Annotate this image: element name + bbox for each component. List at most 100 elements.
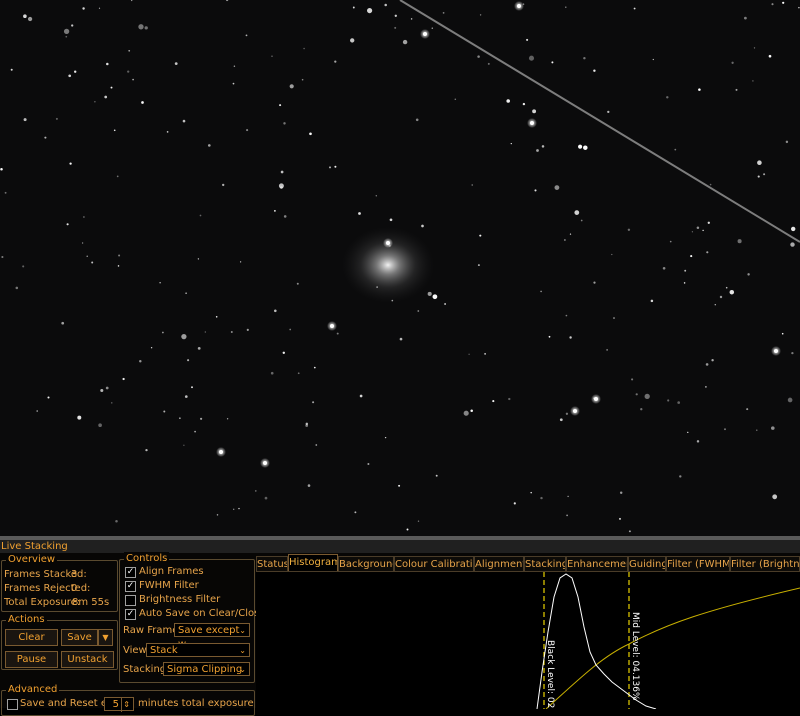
star (315, 444, 318, 446)
star (184, 395, 188, 398)
panel-title: Live Stacking (0, 540, 800, 553)
tab-histogram[interactable]: Histogram (288, 554, 338, 571)
star (528, 55, 535, 61)
star (707, 221, 710, 224)
tab-background[interactable]: Background (338, 556, 394, 571)
tab-enhancement[interactable]: Enhancement (566, 556, 628, 571)
star (640, 408, 643, 411)
star (719, 295, 723, 299)
star (162, 331, 164, 334)
star (593, 281, 596, 284)
star (534, 189, 537, 192)
star (307, 484, 311, 487)
star (278, 183, 284, 189)
actions-label: Actions (6, 613, 47, 627)
star (118, 254, 121, 257)
star (216, 514, 219, 516)
star (526, 38, 529, 41)
frames-stacked-value: 3 (71, 569, 78, 580)
brightness-filter-checkbox[interactable] (125, 595, 136, 606)
star (280, 170, 284, 174)
chevron-down-icon: ⌄ (239, 626, 246, 635)
check-icon: ✓ (126, 581, 135, 591)
star (415, 118, 419, 122)
star (662, 266, 666, 270)
star (785, 140, 789, 144)
clear-button[interactable]: Clear (5, 629, 58, 646)
star (619, 517, 621, 520)
star (569, 233, 572, 235)
tab-guiding[interactable]: Guiding (628, 556, 666, 571)
star (150, 347, 153, 349)
star (128, 49, 131, 52)
star (714, 303, 717, 306)
star (463, 410, 469, 416)
align-frames-checkbox[interactable]: ✓ (125, 567, 136, 578)
star (354, 511, 357, 514)
star (696, 226, 700, 229)
star (274, 309, 277, 313)
star (484, 353, 486, 355)
unstack-button[interactable]: Unstack (61, 651, 114, 668)
star (4, 191, 7, 194)
histogram-view[interactable]: Black Level: 02.11% Mid Level: 04.136% (256, 571, 800, 709)
star (131, 0, 133, 2)
star (725, 286, 728, 289)
star (479, 14, 482, 16)
star (270, 371, 274, 375)
tab-status[interactable]: Status (256, 556, 288, 571)
star (674, 148, 677, 151)
total-exposure-value: 8m 55s (72, 597, 110, 608)
star (36, 410, 38, 412)
advanced-label: Advanced (6, 683, 60, 697)
bright-star-core (573, 409, 577, 413)
star (113, 129, 116, 132)
pause-button[interactable]: Pause (5, 651, 58, 668)
star (513, 502, 516, 505)
star (470, 409, 473, 413)
star (384, 3, 387, 7)
star (551, 61, 554, 64)
fwhm-filter-checkbox[interactable]: ✓ (125, 581, 136, 592)
tab-colour-calibration[interactable]: Colour Calibration (394, 556, 474, 571)
view-select[interactable]: Stack ⌄ (146, 643, 250, 657)
save-dropdown-button[interactable]: ▼ (98, 629, 113, 646)
star (182, 119, 186, 123)
star (417, 310, 420, 312)
stacking-select[interactable]: Sigma Clipping ⌄ (163, 662, 250, 676)
star (82, 7, 85, 10)
star (77, 415, 82, 420)
star (200, 417, 203, 420)
star (199, 214, 202, 217)
tab-alignment[interactable]: Alignment (474, 556, 524, 571)
minutes-stepper[interactable]: 5 ⇕ (104, 697, 134, 712)
star (398, 484, 401, 487)
tab-stacking[interactable]: Stacking (524, 556, 566, 571)
star (301, 78, 304, 81)
star (435, 474, 438, 477)
spin-arrows-icon[interactable]: ⇕ (121, 698, 130, 712)
star (86, 255, 88, 257)
star (44, 136, 47, 139)
star (185, 292, 187, 294)
star (116, 175, 119, 178)
auto-save-checkbox[interactable]: ✓ (125, 609, 136, 620)
mid-level-label: Mid Level: 04.136% (630, 612, 640, 701)
star (772, 494, 778, 500)
star (69, 162, 72, 165)
star (705, 363, 709, 366)
tab-filter-brightness[interactable]: Filter (Brightness) (730, 556, 800, 571)
star (540, 290, 542, 293)
tab-filter-fwhm[interactable]: Filter (FWHM) (666, 556, 730, 571)
save-button[interactable]: Save (61, 629, 98, 646)
save-reset-checkbox[interactable] (7, 699, 18, 710)
star (27, 16, 33, 22)
star (564, 239, 566, 241)
star (548, 335, 551, 338)
star (691, 231, 694, 233)
star (289, 84, 294, 89)
raw-frames-select[interactable]: Save except w⌄ (174, 623, 250, 650)
stacked-image-view[interactable] (0, 0, 800, 536)
star (303, 47, 305, 50)
star (81, 242, 84, 244)
